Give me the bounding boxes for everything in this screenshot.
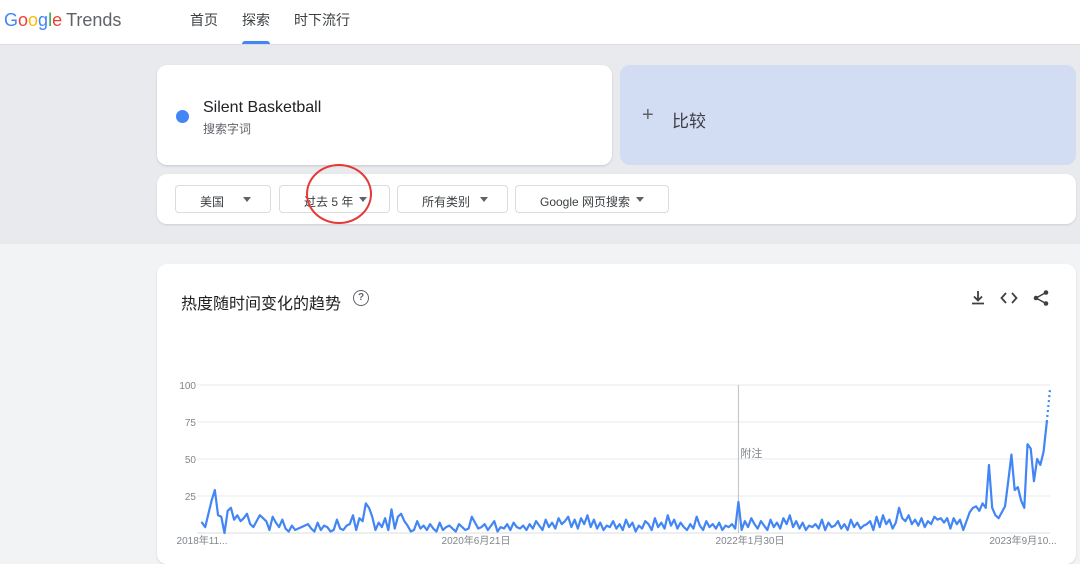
embed-icon[interactable] bbox=[999, 288, 1019, 308]
tab-home[interactable]: 首页 bbox=[178, 0, 230, 44]
plus-icon: + bbox=[642, 104, 654, 126]
search-term-card[interactable]: Silent Basketball 搜索字词 bbox=[157, 65, 612, 165]
filter-bar: 美国 过去 5 年 所有类别 Google 网页搜索 bbox=[157, 174, 1076, 224]
time-range-filter-label: 过去 5 年 bbox=[304, 195, 354, 209]
search-type-filter-label: Google 网页搜索 bbox=[540, 195, 631, 209]
main-nav: 首页 探索 时下流行 bbox=[178, 0, 362, 44]
compare-label: 比较 bbox=[672, 112, 706, 131]
compare-button[interactable]: + 比较 bbox=[620, 65, 1076, 165]
interest-over-time-card: 热度随时间变化的趋势 ? bbox=[157, 264, 1076, 564]
search-term-type: 搜索字词 bbox=[203, 122, 252, 136]
time-range-filter[interactable]: 过去 5 年 bbox=[279, 185, 390, 213]
download-icon[interactable] bbox=[968, 288, 988, 308]
region-filter[interactable]: 美国 bbox=[175, 185, 271, 213]
chart-title: 热度随时间变化的趋势 bbox=[181, 296, 342, 313]
logo-product: Trends bbox=[66, 10, 122, 30]
series-color-dot bbox=[176, 110, 189, 123]
tab-explore[interactable]: 探索 bbox=[230, 0, 282, 44]
caret-down-icon bbox=[480, 197, 488, 202]
top-header: Google Trends 首页 探索 时下流行 bbox=[0, 0, 1080, 45]
share-icon[interactable] bbox=[1031, 288, 1051, 308]
search-type-filter[interactable]: Google 网页搜索 bbox=[515, 185, 669, 213]
logo-google: Google bbox=[4, 10, 63, 30]
category-filter[interactable]: 所有类别 bbox=[397, 185, 508, 213]
help-icon[interactable]: ? bbox=[353, 290, 369, 306]
tab-trending[interactable]: 时下流行 bbox=[282, 0, 362, 44]
category-filter-label: 所有类别 bbox=[422, 195, 471, 209]
caret-down-icon bbox=[636, 197, 644, 202]
google-trends-logo[interactable]: Google Trends bbox=[4, 9, 121, 31]
region-filter-label: 美国 bbox=[200, 195, 225, 209]
search-term-name[interactable]: Silent Basketball bbox=[203, 99, 321, 117]
caret-down-icon bbox=[243, 197, 251, 202]
caret-down-icon bbox=[359, 197, 367, 202]
